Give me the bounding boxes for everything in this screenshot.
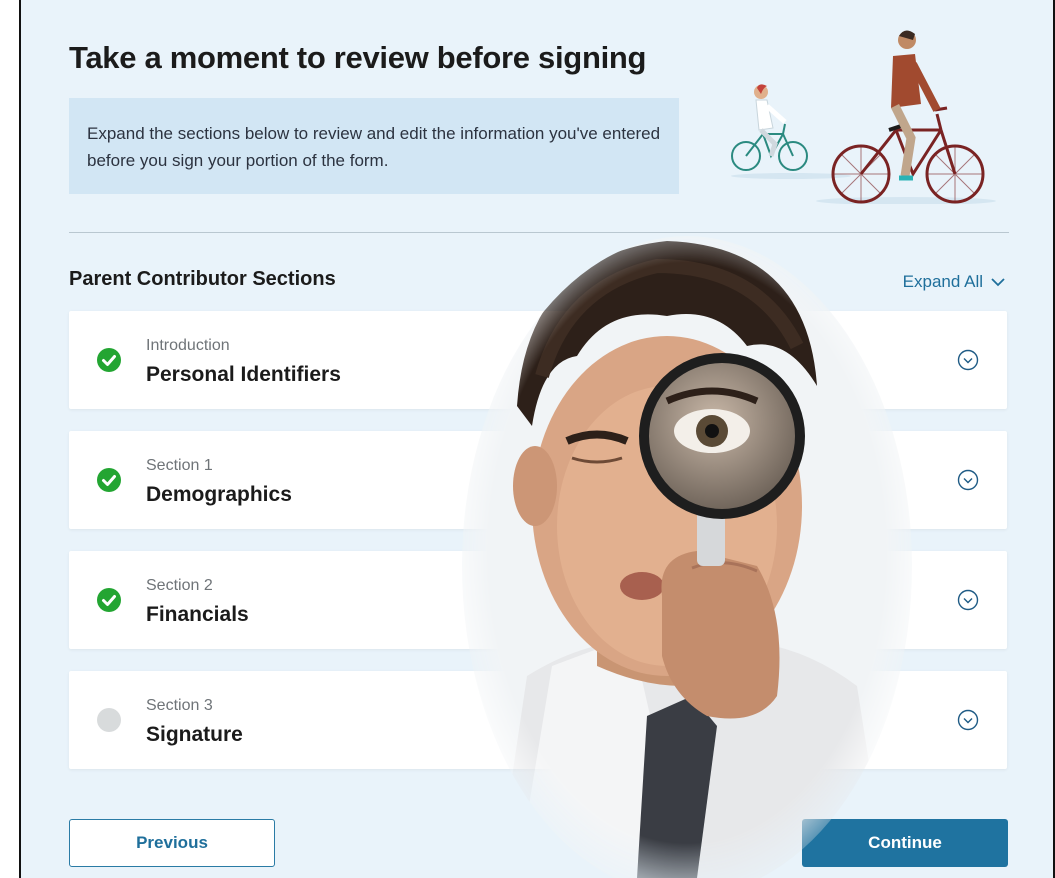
man-with-magnifying-glass-photo [457,196,917,878]
section-name: Demographics [146,483,292,506]
section-card-introduction[interactable]: Introduction Personal Identifiers [69,311,1007,409]
previous-button[interactable]: Previous [69,819,275,867]
section-kicker: Introduction [146,337,230,354]
section-card-3[interactable]: Section 3 Signature [69,671,1007,769]
review-page: Take a moment to review before signing E… [19,0,1055,878]
expand-all-label: Expand All [902,272,983,291]
info-text: Expand the sections below to review and … [87,124,661,170]
section-kicker: Section 1 [146,457,213,474]
expand-circle-icon[interactable] [957,709,979,731]
section-name: Financials [146,603,249,626]
divider [69,232,1009,233]
expand-circle-icon[interactable] [957,469,979,491]
expand-circle-icon[interactable] [957,589,979,611]
section-kicker: Section 2 [146,577,213,594]
cyclists-illustration [731,30,996,204]
section-name: Signature [146,723,243,746]
section-card-1[interactable]: Section 1 Demographics [69,431,1007,529]
section-card-2[interactable]: Section 2 Financials [69,551,1007,649]
section-name: Personal Identifiers [146,363,341,386]
page-title: Take a moment to review before signing [69,40,647,75]
section-kicker: Section 3 [146,697,213,714]
info-box: Expand the sections below to review and … [69,98,679,194]
expand-circle-icon[interactable] [957,349,979,371]
check-icon [97,348,121,372]
check-icon [97,588,121,612]
expand-all-button[interactable]: Expand All [903,272,1005,292]
continue-button[interactable]: Continue [802,819,1008,867]
status-pending-icon [97,708,121,732]
sections-heading: Parent Contributor Sections [69,268,336,290]
check-icon [97,468,121,492]
chevron-down-icon [991,278,1005,287]
